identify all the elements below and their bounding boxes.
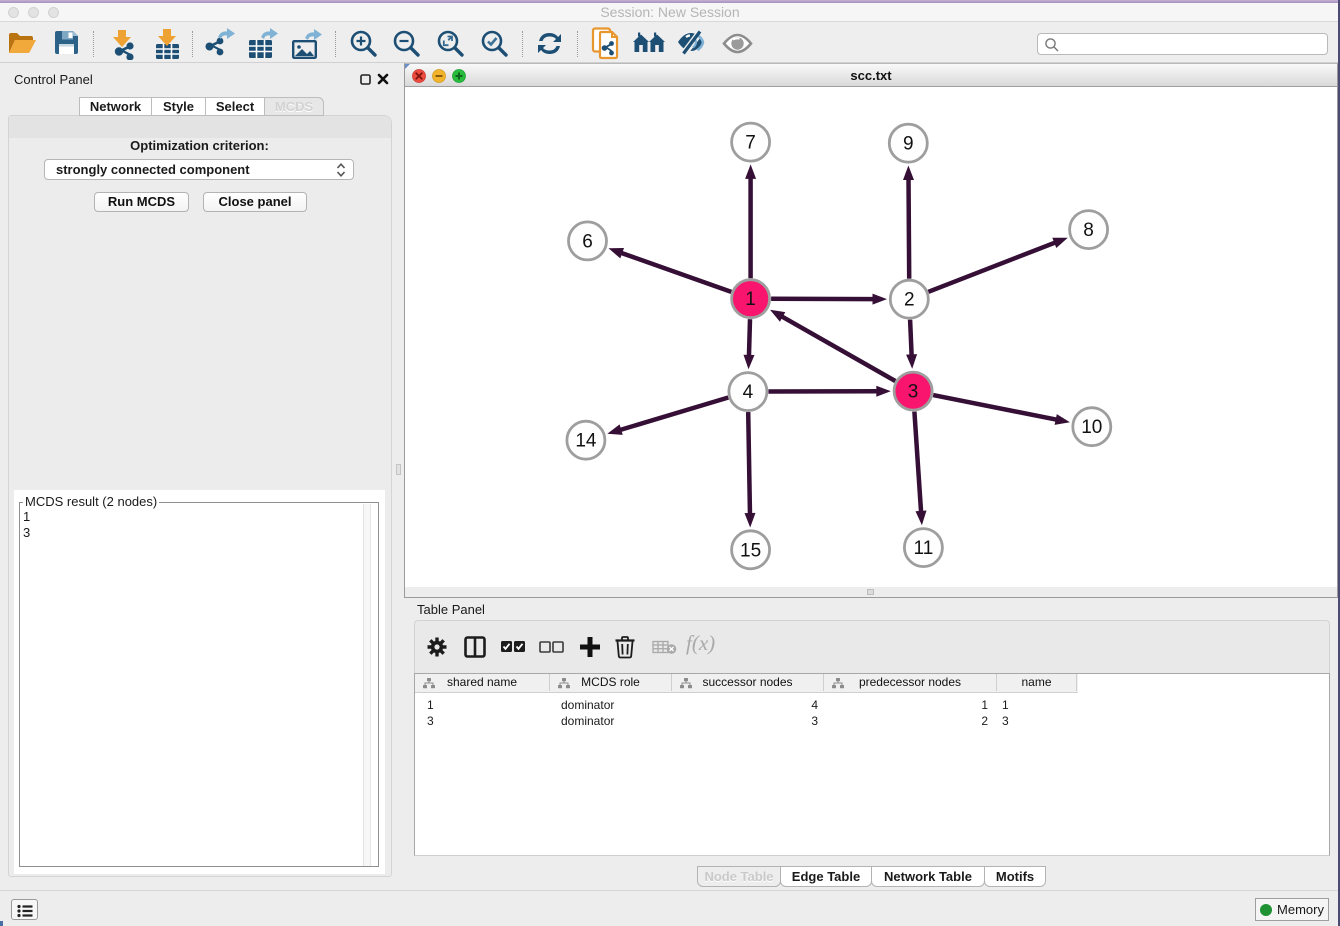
svg-text:4: 4 (743, 382, 754, 403)
svg-text:2: 2 (904, 290, 915, 311)
svg-text:7: 7 (745, 133, 756, 154)
svg-text:10: 10 (1081, 417, 1102, 438)
svg-text:15: 15 (740, 540, 761, 561)
svg-text:8: 8 (1083, 220, 1094, 241)
svg-text:6: 6 (582, 231, 593, 252)
svg-text:1: 1 (745, 289, 756, 310)
svg-text:11: 11 (914, 538, 934, 559)
svg-text:14: 14 (575, 431, 597, 452)
svg-text:9: 9 (903, 134, 914, 155)
svg-text:3: 3 (908, 382, 919, 403)
